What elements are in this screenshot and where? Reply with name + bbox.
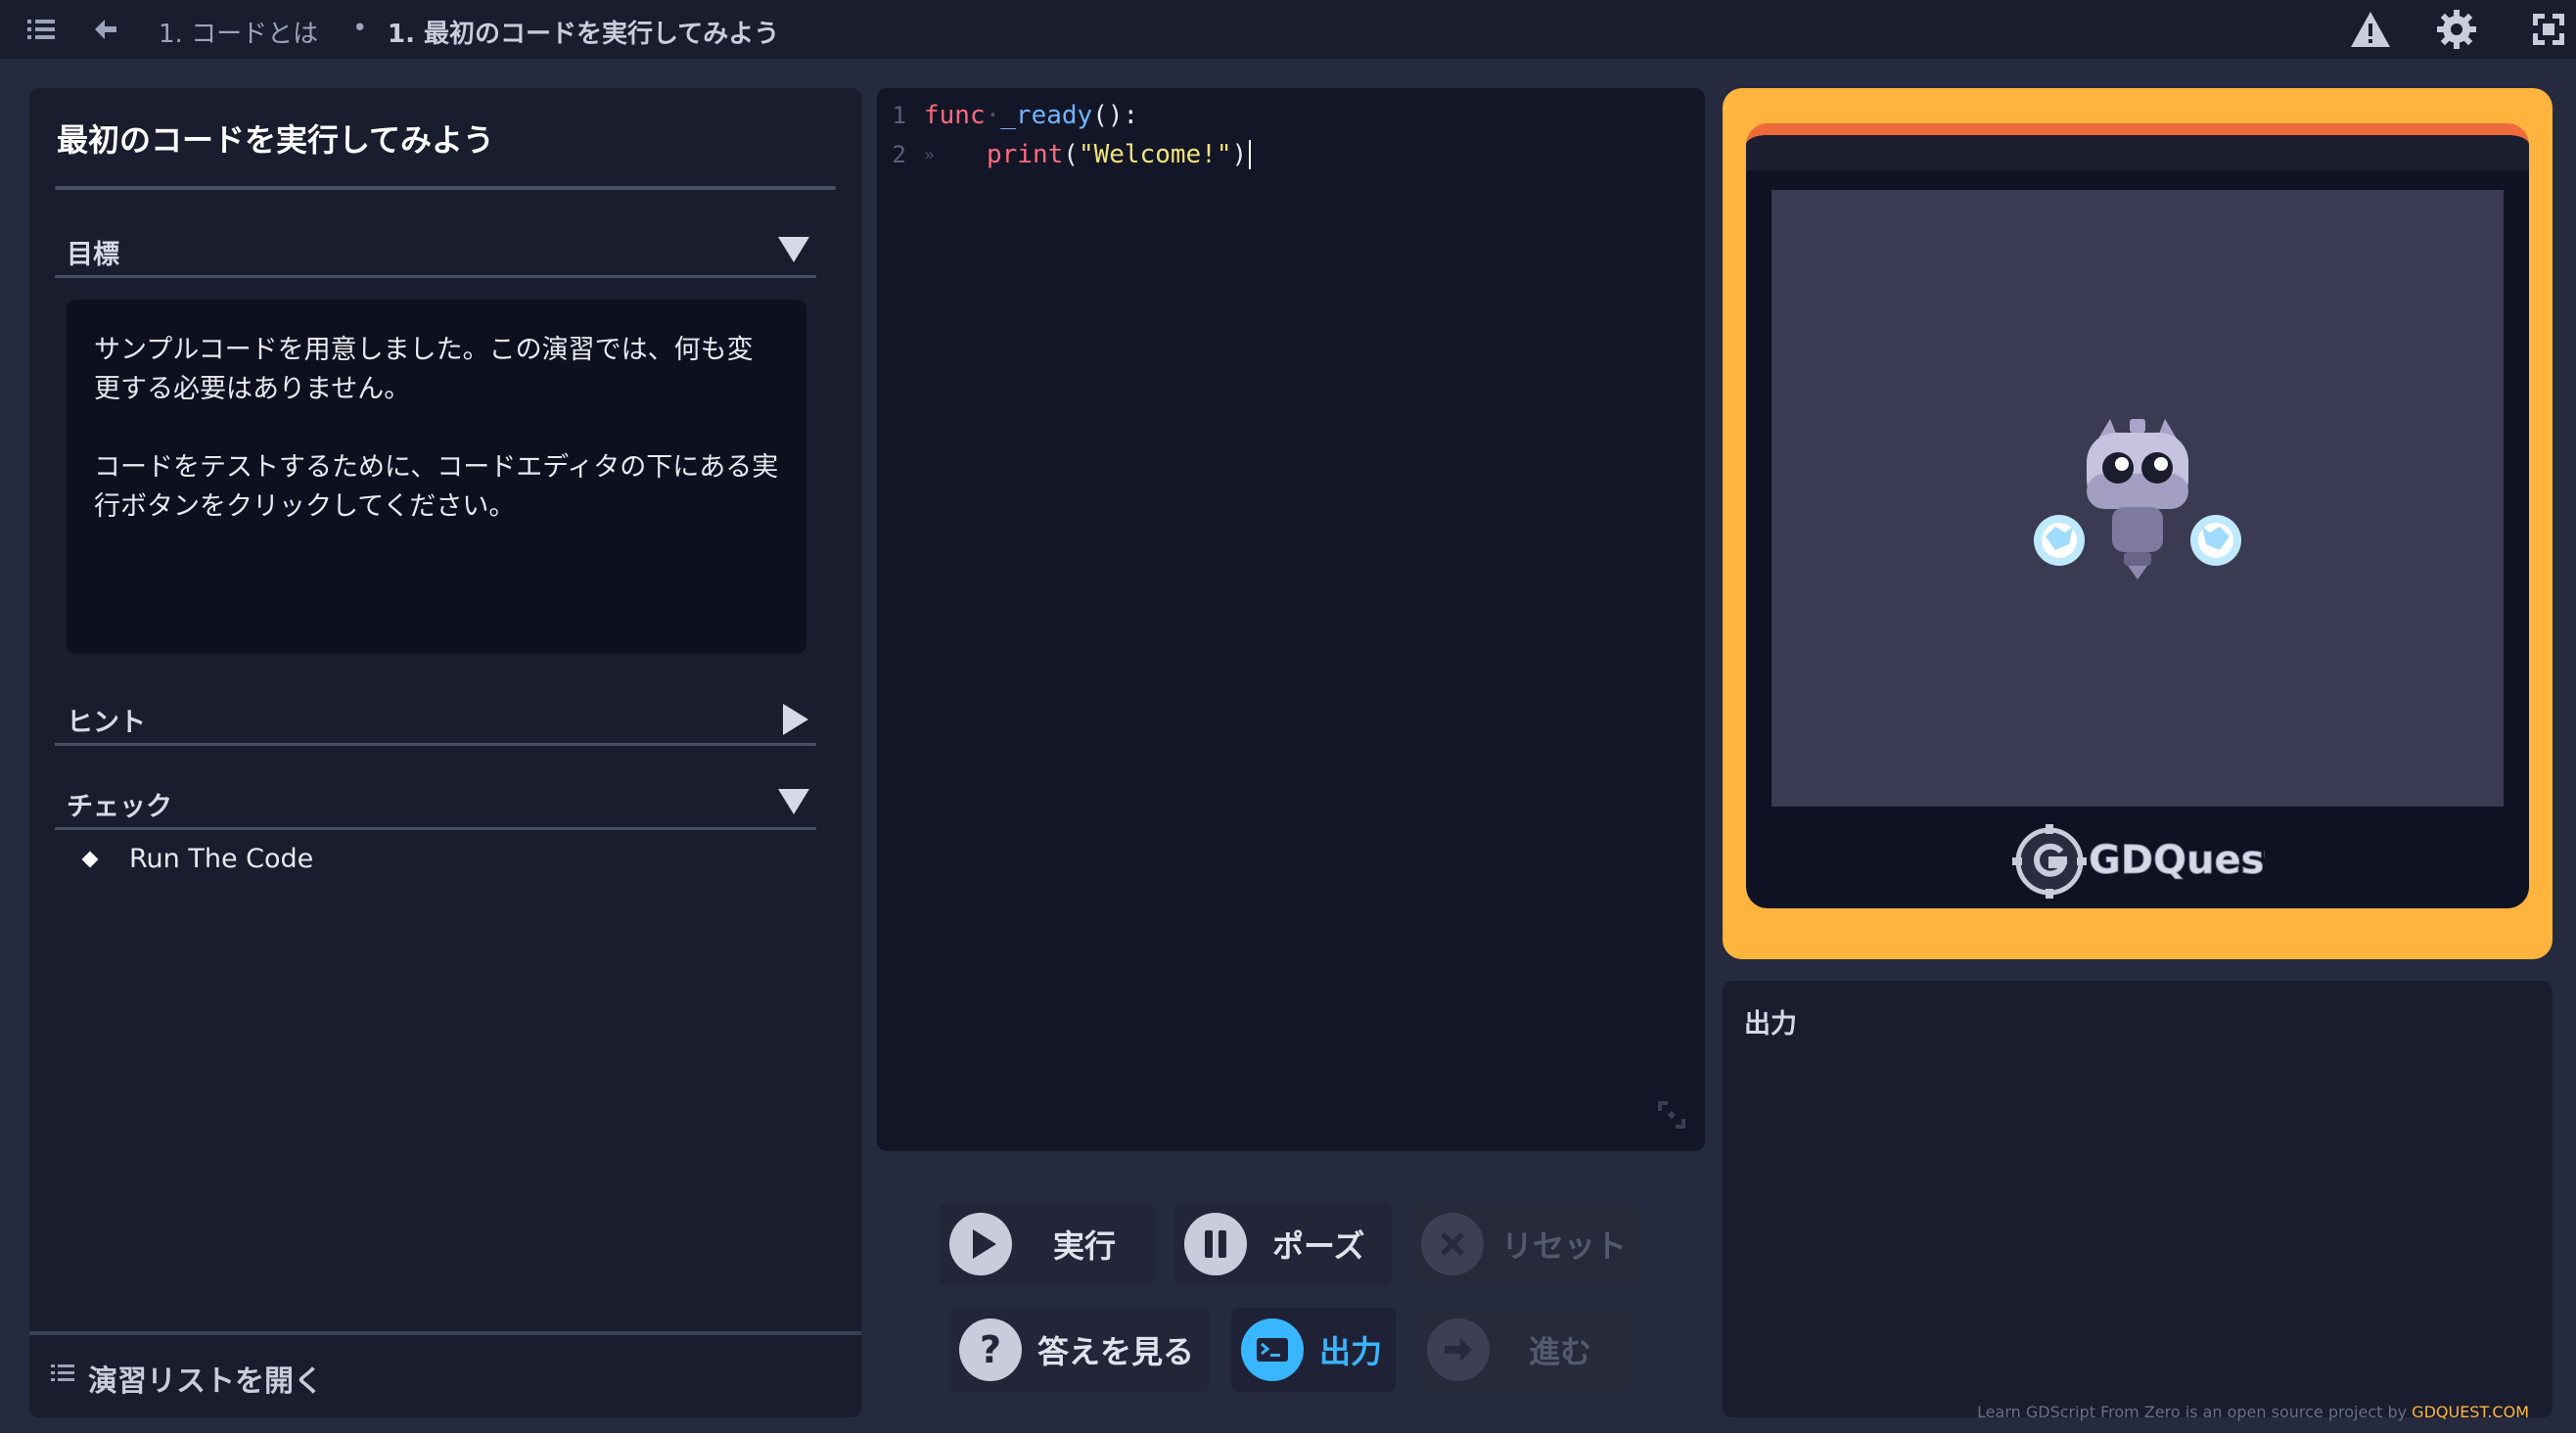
- diamond-bullet-icon: [81, 851, 99, 867]
- open-practice-list-button[interactable]: 演習リストを開く: [29, 1331, 861, 1417]
- breadcrumb-lesson[interactable]: 1. コードとは: [159, 14, 318, 50]
- credit-footer: Learn GDScript From Zero is an open sour…: [1977, 1403, 2529, 1421]
- chevron-right-icon: [781, 703, 810, 740]
- token-space-marker: ·: [985, 101, 1001, 130]
- chevron-down-icon: [777, 235, 810, 268]
- check-label: チェック: [67, 792, 172, 822]
- token-close-paren: ): [1231, 140, 1248, 169]
- game-viewport: [1771, 190, 2504, 807]
- question-icon: ?: [959, 1318, 1022, 1381]
- code-line-2: 2 » print("Welcome!"): [877, 135, 1252, 174]
- svg-text:?: ?: [980, 1328, 1001, 1371]
- token-string: "Welcome!": [1078, 140, 1232, 169]
- check-section-header[interactable]: チェック: [55, 773, 816, 830]
- next-button[interactable]: 進む: [1417, 1308, 1633, 1392]
- run-label: 実行: [1053, 1227, 1117, 1265]
- close-icon: [1421, 1213, 1484, 1275]
- title-divider: [55, 186, 836, 190]
- logo-wordmark: GDQuest: [2089, 838, 2265, 883]
- run-button[interactable]: 実行: [940, 1202, 1155, 1286]
- credit-link[interactable]: GDQUEST.COM: [2412, 1403, 2529, 1421]
- terminal-icon: [1241, 1318, 1304, 1381]
- credit-text: Learn GDScript From Zero is an open sour…: [1977, 1403, 2413, 1421]
- back-arrow-icon[interactable]: [86, 12, 125, 47]
- reset-label: リセット: [1501, 1227, 1628, 1265]
- hint-section-header[interactable]: ヒント: [55, 689, 816, 746]
- token-keyword: func: [924, 101, 986, 130]
- check-item: Run The Code: [80, 844, 313, 874]
- token-punct: ():: [1092, 101, 1139, 130]
- screen-top-band: [1746, 135, 2529, 170]
- game-preview-frame: GDQuest: [1723, 88, 2553, 959]
- goal-section-header[interactable]: 目標: [55, 221, 816, 278]
- output-title: 出力: [1744, 1009, 1797, 1040]
- hint-label: ヒント: [67, 708, 146, 738]
- output-label: 出力: [1319, 1333, 1383, 1370]
- gear-icon[interactable]: [2435, 10, 2478, 49]
- token-function: _ready: [1000, 101, 1093, 130]
- top-bar: 1. コードとは • 1. 最初のコードを実行してみよう: [0, 0, 2576, 59]
- token-function: print: [987, 140, 1064, 169]
- expand-editor-icon[interactable]: [1656, 1099, 1687, 1137]
- solution-button[interactable]: ? 答えを見る: [949, 1308, 1210, 1392]
- open-practice-list-label: 演習リストを開く: [88, 1364, 323, 1399]
- goal-label: 目標: [67, 240, 119, 270]
- play-icon: [949, 1213, 1012, 1275]
- gdquest-logo: GDQuest: [1746, 814, 2529, 908]
- list-icon: [51, 1363, 74, 1388]
- game-screen: GDQuest: [1746, 123, 2529, 908]
- robot-character: [2034, 419, 2241, 579]
- goal-text-2: コードをテストするために、コードエディタの下にある実行ボタンをクリックしてくださ…: [94, 452, 779, 522]
- token-open-paren: (: [1063, 140, 1079, 169]
- arrow-right-icon: [1427, 1318, 1490, 1381]
- menu-icon[interactable]: [22, 12, 61, 47]
- goal-description: サンプルコードを用意しました。この演習では、何も変更する必要はありません。 コー…: [67, 300, 806, 654]
- pause-icon: [1184, 1213, 1247, 1275]
- chevron-down-icon: [777, 787, 810, 820]
- practice-title: 最初のコードを実行してみよう: [57, 121, 495, 159]
- output-panel: 出力 Learn GDScript From Zero is an open s…: [1723, 981, 2553, 1421]
- breadcrumb-practice: 1. 最初のコードを実行してみよう: [388, 20, 780, 49]
- check-item-label: Run The Code: [129, 844, 314, 874]
- next-label: 進む: [1529, 1333, 1592, 1370]
- breadcrumb-separator: •: [352, 14, 368, 43]
- line-number: 1: [892, 102, 906, 129]
- reset-button[interactable]: リセット: [1411, 1202, 1642, 1286]
- pause-label: ポーズ: [1272, 1227, 1365, 1265]
- practice-panel: 最初のコードを実行してみよう 目標 サンプルコードを用意しました。この演習では、…: [29, 88, 861, 1417]
- code-line-1: 1 func · _ready ():: [877, 96, 1139, 135]
- output-button[interactable]: 出力: [1231, 1308, 1396, 1392]
- code-editor[interactable]: 1 func · _ready (): 2 » print("Welcome!"): [877, 88, 1705, 1151]
- solution-label: 答えを見る: [1037, 1333, 1195, 1370]
- tab-marker: »: [924, 144, 935, 165]
- warning-icon[interactable]: [2349, 12, 2392, 47]
- pause-button[interactable]: ポーズ: [1174, 1202, 1392, 1286]
- text-caret: [1249, 140, 1252, 169]
- line-number: 2: [892, 141, 906, 168]
- fullscreen-icon[interactable]: [2529, 12, 2568, 47]
- goal-text-1: サンプルコードを用意しました。この演習では、何も変更する必要はありません。: [94, 335, 754, 404]
